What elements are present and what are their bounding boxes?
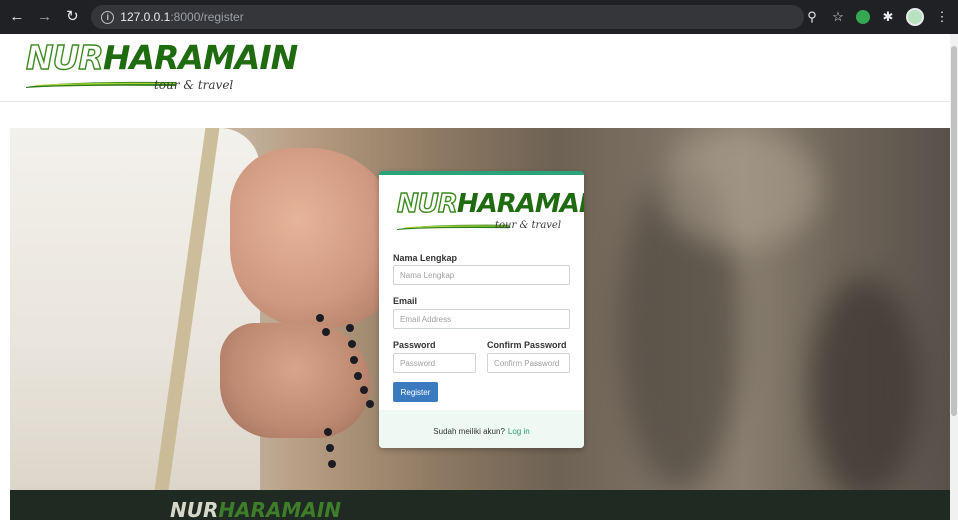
logo-haramain: HARAMAIN (102, 38, 298, 77)
email-input[interactable] (393, 309, 570, 329)
star-icon[interactable]: ☆ (830, 9, 846, 25)
prayer-bead (354, 372, 362, 380)
site-header: NURHARAMAIN tour & travel (0, 34, 950, 102)
address-bar[interactable]: i 127.0.0.1:8000/register (91, 5, 804, 29)
robe-shape (10, 128, 260, 490)
card-footer: Sudah meiliki akun? Log in (379, 410, 584, 448)
register-card: NURHARAMAIN tour & travel Nama Lengkap E… (379, 171, 584, 448)
footer-logo: NURHARAMAIN (170, 498, 341, 520)
card-logo-nur: NUR (396, 188, 458, 219)
back-icon[interactable]: ← (6, 0, 28, 34)
hand-shape-lower (220, 323, 370, 438)
card-logo-wordmark: NURHARAMAIN (396, 188, 584, 219)
register-button[interactable]: Register (393, 382, 438, 402)
prayer-bead (348, 340, 356, 348)
forward-icon[interactable]: → (34, 0, 56, 34)
prayer-bead (346, 324, 354, 332)
site-logo[interactable]: NURHARAMAIN tour & travel (25, 38, 298, 96)
extension-icon[interactable] (856, 10, 870, 24)
fullname-label: Nama Lengkap (393, 253, 458, 263)
email-label: Email (393, 296, 418, 306)
browser-toolbar: ← → ↻ i 127.0.0.1:8000/register ⚲ ☆ ✱ ⋮ (0, 0, 958, 34)
login-prompt: Sudah meiliki akun? (433, 426, 505, 436)
prayer-bead (350, 356, 358, 364)
card-logo-swoosh-icon (397, 224, 509, 230)
confirm-password-label: Confirm Password (487, 340, 567, 350)
site-footer: NURHARAMAIN (10, 490, 950, 520)
logo-nur: NUR (25, 38, 104, 77)
page-scrollbar[interactable] (950, 34, 958, 520)
logo-tagline: tour & travel (154, 78, 234, 92)
login-link[interactable]: Log in (508, 427, 530, 436)
prayer-bead (316, 314, 324, 322)
background-light (660, 128, 820, 248)
scrollbar-thumb[interactable] (951, 46, 957, 416)
menu-icon[interactable]: ⋮ (934, 9, 950, 25)
card-logo-haramain: HARAMAIN (456, 189, 584, 219)
zoom-icon[interactable]: ⚲ (804, 9, 820, 25)
hand-shape (230, 148, 400, 328)
fullname-input[interactable] (393, 265, 570, 285)
prayer-bead (326, 444, 334, 452)
url-host: 127.0.0.1 (120, 10, 171, 24)
footer-logo-nur: NUR (170, 498, 219, 520)
background-figure (810, 278, 920, 490)
url-path: :8000/register (170, 10, 244, 24)
prayer-bead (324, 428, 332, 436)
footer-logo-haramain: HARAMAIN (218, 498, 342, 520)
prayer-bead (322, 328, 330, 336)
info-icon[interactable]: i (101, 10, 115, 24)
confirm-password-input[interactable] (487, 353, 570, 373)
card-logo-tagline: tour & travel (495, 220, 562, 231)
logo-wordmark: NURHARAMAIN (25, 38, 298, 77)
prayer-bead (360, 386, 368, 394)
password-input[interactable] (393, 353, 476, 373)
password-label: Password (393, 340, 436, 350)
puzzle-icon[interactable]: ✱ (880, 9, 896, 25)
prayer-bead (366, 400, 374, 408)
avatar[interactable] (906, 8, 924, 26)
reload-icon[interactable]: ↻ (62, 0, 84, 34)
card-logo: NURHARAMAIN tour & travel (396, 188, 584, 239)
prayer-bead (328, 460, 336, 468)
